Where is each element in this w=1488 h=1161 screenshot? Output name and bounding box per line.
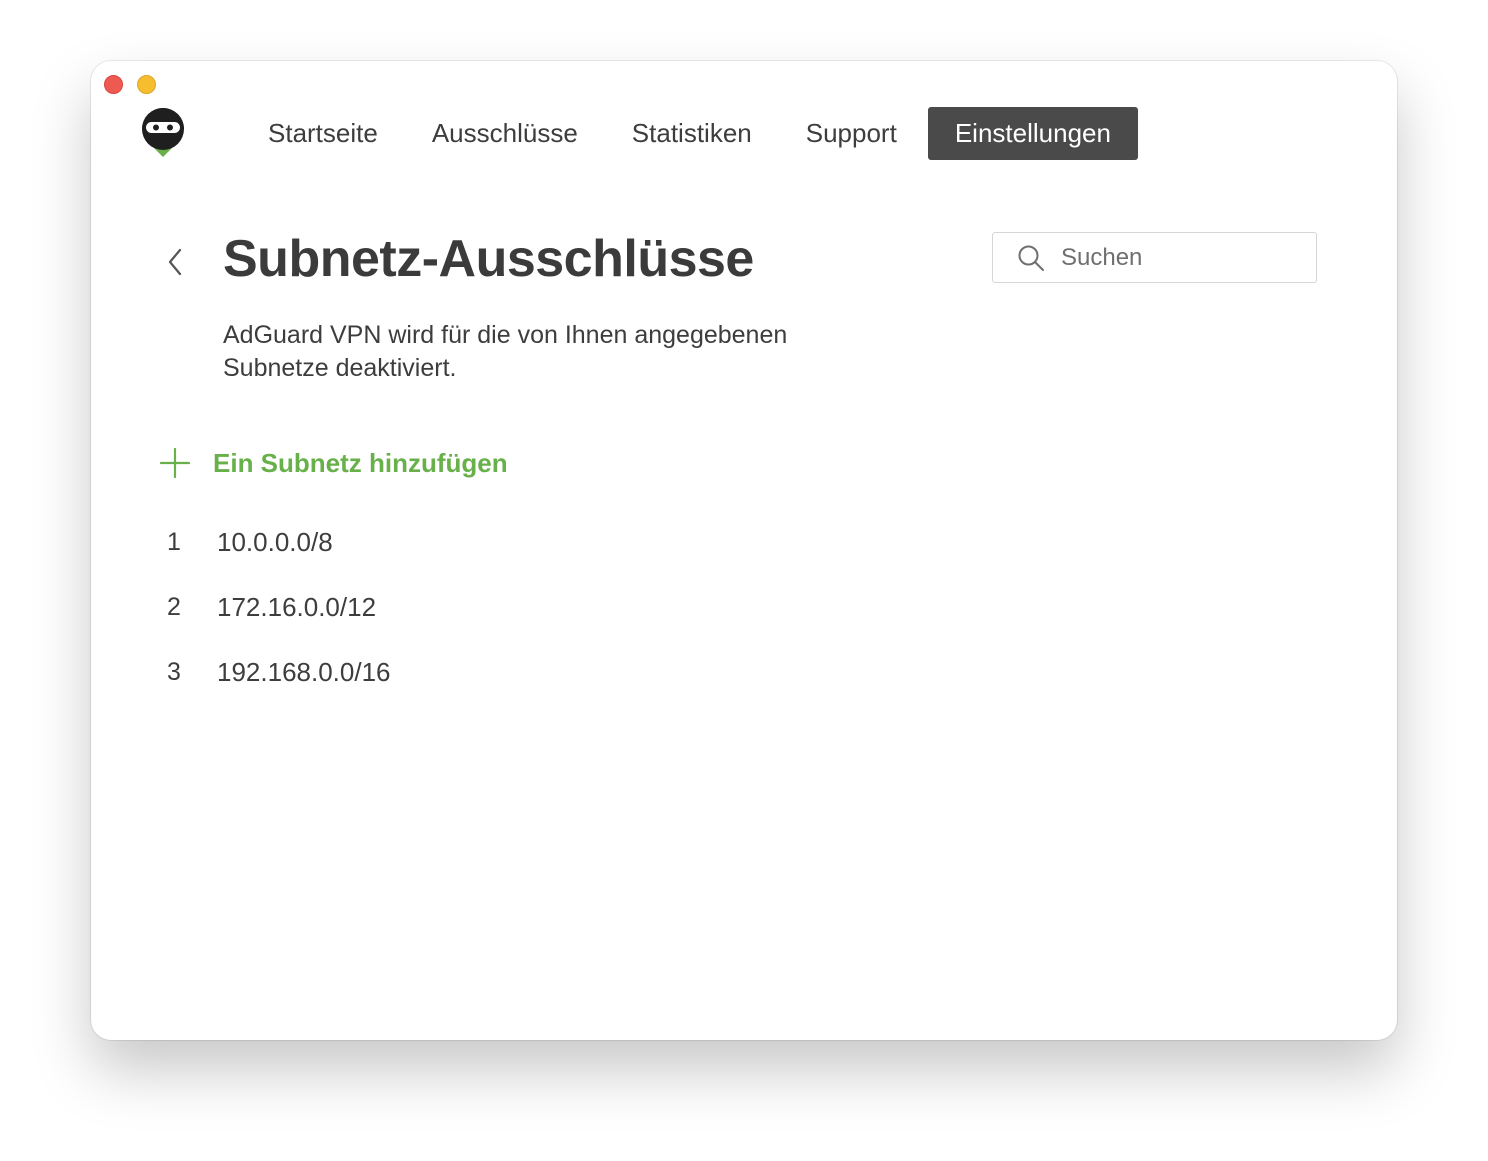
app-window: Startseite Ausschlüsse Statistiken Suppo…: [91, 61, 1397, 1040]
main-navigation: Startseite Ausschlüsse Statistiken Suppo…: [251, 107, 1158, 160]
search-input[interactable]: [1059, 242, 1293, 273]
subnet-row[interactable]: 2 172.16.0.0/12: [167, 575, 391, 640]
page-title: Subnetz-Ausschlüsse: [223, 230, 754, 288]
nav-tab-einstellungen[interactable]: Einstellungen: [927, 107, 1138, 160]
add-subnet-button[interactable]: Ein Subnetz hinzufügen: [159, 447, 508, 479]
subnet-row[interactable]: 3 192.168.0.0/16: [167, 640, 391, 705]
search-icon: [1018, 245, 1044, 271]
subnet-index: 1: [167, 528, 181, 556]
nav-tab-startseite[interactable]: Startseite: [251, 107, 395, 160]
subnet-index: 2: [167, 593, 181, 621]
subnet-row[interactable]: 1 10.0.0.0/8: [167, 510, 391, 575]
chevron-left-icon[interactable]: [163, 245, 187, 279]
window-close-button[interactable]: [104, 75, 123, 94]
subnet-value: 10.0.0.0/8: [217, 527, 333, 557]
nav-tab-statistiken[interactable]: Statistiken: [615, 107, 769, 160]
add-subnet-label: Ein Subnetz hinzufügen: [213, 447, 508, 478]
plus-icon: [159, 447, 191, 479]
adguard-vpn-logo[interactable]: [139, 105, 187, 161]
nav-tab-ausschluesse[interactable]: Ausschlüsse: [415, 107, 595, 160]
subnet-value: 192.168.0.0/16: [217, 657, 391, 687]
page-description: AdGuard VPN wird für die von Ihnen angeg…: [223, 321, 788, 382]
search-field[interactable]: [992, 232, 1317, 283]
subnet-value: 172.16.0.0/12: [217, 592, 377, 622]
subnet-list: 1 10.0.0.0/8 2 172.16.0.0/12 3 192.168.0…: [167, 510, 391, 705]
subnet-index: 3: [167, 658, 181, 686]
window-minimize-button[interactable]: [137, 75, 156, 94]
nav-tab-support[interactable]: Support: [789, 107, 914, 160]
